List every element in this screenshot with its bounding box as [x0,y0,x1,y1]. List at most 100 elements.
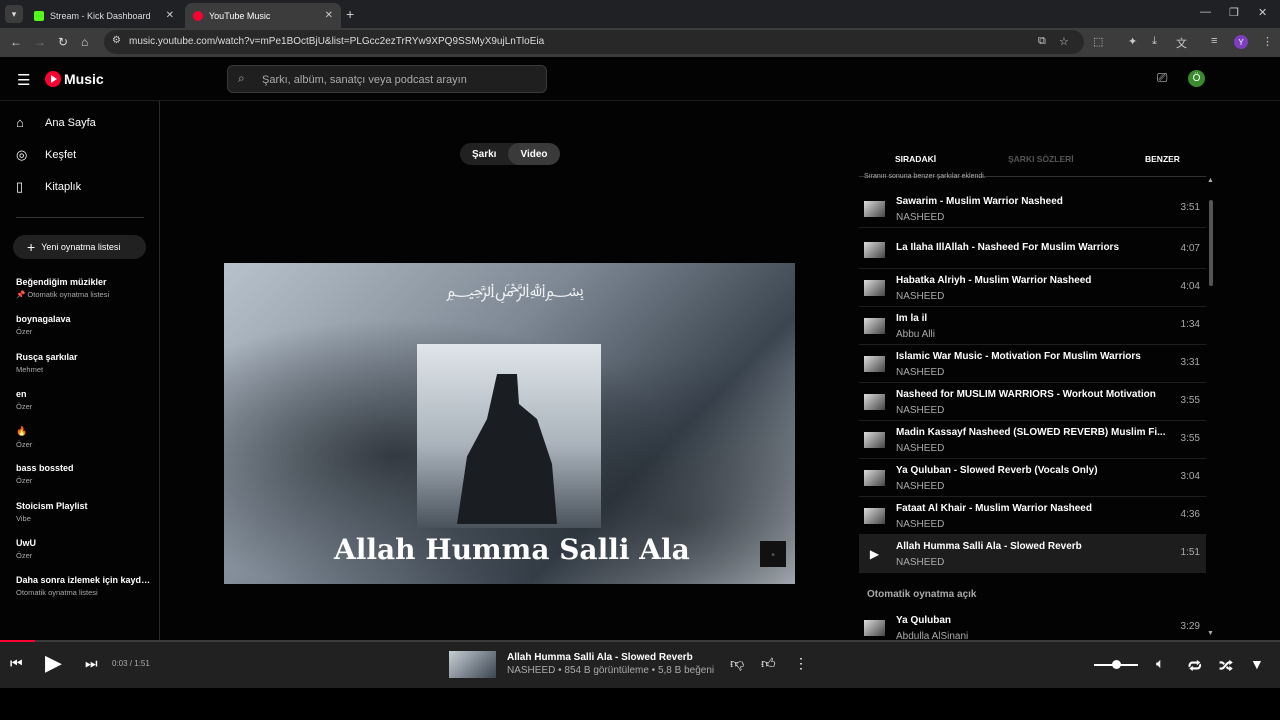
queue-title: Habatka Alriyh - Muslim Warrior Nasheed [896,275,1092,286]
tab-lyrics[interactable]: ŞARKI SÖZLERİ [1008,154,1074,164]
youtube-music-logo[interactable]: Music [45,71,104,87]
expand-player-icon[interactable]: ▼ [1250,656,1264,672]
progress-bar[interactable] [0,640,1280,642]
minimize-icon[interactable]: — [1200,6,1211,18]
sidebar-item-label: Kitaplık [45,181,82,193]
toggle-video[interactable]: Video [508,143,560,165]
scroll-down-icon[interactable]: ▼ [1207,630,1214,637]
queue-item[interactable]: Madin Kassayf Nasheed (SLOWED REVERB) Mu… [859,421,1206,459]
new-playlist-button[interactable]: + Yeni oynatma listesi [13,235,146,259]
close-tab-icon[interactable]: ✕ [325,10,333,21]
queue-item[interactable]: Sawarim - Muslim Warrior Nasheed NASHEED 3… [859,190,1206,228]
queue-item[interactable]: Im la il Abbu Alli 1:34 [859,307,1206,345]
volume-knob[interactable] [1112,660,1121,669]
bookmark-star-icon[interactable]: ☆ [1059,35,1069,48]
playlist-item[interactable]: bass bossted Özer [16,463,151,485]
search-icon: ⌕ [238,71,245,85]
now-playing-thumbnail[interactable] [449,651,496,678]
extension-icon[interactable]: ✦ [1128,35,1137,48]
playlist-item[interactable]: Beğendiğim müzikler 📌 Otomatik oynatma li… [16,277,151,299]
home-icon[interactable]: ⌂ [81,35,88,49]
volume-icon[interactable]: 🔈︎ [1156,655,1164,672]
previous-icon[interactable]: ⏮ [10,655,23,672]
extensions-icon[interactable]: ⬚ [1093,35,1103,48]
video-player[interactable]: ﷽ Allah Humma Salli Ala ≋ [224,263,795,584]
tab-related[interactable]: BENZER [1145,154,1180,164]
playlist-subtitle: 📌 Otomatik oynatma listesi [16,290,110,299]
sidebar-item-home[interactable]: ⌂ Ana Sayfa [16,115,96,130]
more-options-icon[interactable]: ⋮ [794,655,808,672]
queue-scrollbar[interactable] [1209,200,1213,286]
player-bar [0,640,1280,688]
queue-artist: NASHEED [896,443,945,454]
queue-item[interactable]: Fataat Al Khair - Muslim Warrior Nasheed… [859,497,1206,535]
queue-item[interactable]: Habatka Alriyh - Muslim Warrior Nasheed N… [859,269,1206,307]
autoplay-item[interactable]: Ya Quluban Abdulla AlSinani 3:29 [859,609,1206,639]
play-button-icon[interactable]: ▶ [45,650,62,676]
scroll-up-icon[interactable]: ▲ [1207,177,1214,184]
shuffle-icon[interactable]: 🔀︎ [1219,655,1233,676]
reload-icon[interactable]: ↻ [58,35,68,49]
repeat-icon[interactable]: 🔁︎ [1188,655,1202,676]
queue-item-now-playing[interactable]: ▶ Allah Humma Salli Ala - Slowed Reverb NA… [859,535,1206,573]
back-icon[interactable]: ← [10,35,22,49]
playlist-subtitle: Özer [16,327,33,336]
omnibox[interactable]: ⚙ music.youtube.com/watch?v=mPe1BOctBjU&… [104,30,1084,54]
plus-icon: + [27,239,36,255]
toggle-song[interactable]: Şarkı [460,149,508,160]
media-controls-icon[interactable]: ≡ [1211,35,1217,47]
queue-title: Islamic War Music - Motivation For Musli… [896,351,1141,362]
playlist-subtitle: Otomatik oynatma listesi [16,588,98,597]
queue-item[interactable]: Ya Quluban - Slowed Reverb (Vocals Only)… [859,459,1206,497]
browser-tab-youtube-music[interactable]: YouTube Music ✕ [185,3,341,28]
playlist-subtitle: Özer [16,551,33,560]
close-tab-icon[interactable]: ✕ [166,10,174,21]
hamburger-menu-icon[interactable]: ☰ [17,71,30,89]
download-icon[interactable]: ⤓ [1152,35,1157,48]
progress-fill [0,640,35,642]
browser-tab-kick[interactable]: Stream - Kick Dashboard ✕ [26,3,182,28]
playlist-item[interactable]: UwU Özer [16,538,151,560]
queue-artist: NASHEED [896,481,945,492]
cast-icon[interactable]: ⎚ [1157,70,1167,86]
user-avatar[interactable]: Ö [1188,70,1205,87]
translate-icon[interactable]: 文 [1176,35,1187,51]
song-video-toggle: Şarkı Video [460,143,560,165]
close-window-icon[interactable]: ✕ [1258,6,1267,19]
tab-search-button[interactable]: ▾ [5,5,23,23]
maximize-icon[interactable]: ❐ [1229,6,1239,19]
sidebar-item-library[interactable]: ▯ Kitaplık [16,179,81,195]
like-icon[interactable]: 👍︎ [761,655,776,672]
browser-tab-bar: ▾ Stream - Kick Dashboard ✕ YouTube Musi… [0,0,1280,28]
queue-item[interactable]: Islamic War Music - Motivation For Musli… [859,345,1206,383]
playlist-item[interactable]: en Özer [16,389,151,411]
new-playlist-label: Yeni oynatma listesi [41,242,121,252]
dislike-icon[interactable]: 👎︎ [730,655,744,672]
playlist-item[interactable]: Rusça şarkılar Mehmet [16,352,151,374]
menu-kebab-icon[interactable]: ⋮ [1262,35,1273,48]
playlist-title: 🔥 [16,426,28,436]
tab-up-next[interactable]: SIRADAKİ [895,154,936,164]
next-icon[interactable]: ⏭ [85,655,98,672]
sidebar-item-explore[interactable]: ◎ Keşfet [16,147,76,163]
queue-item[interactable]: La Ilaha IllAllah - Nasheed For Muslim W… [859,231,1206,269]
play-icon[interactable]: ▶ [864,545,885,563]
playlist-item[interactable]: Stoicism Playlist Vibe [16,501,151,523]
profile-avatar[interactable]: Y [1234,35,1248,49]
queue-artist: Abdulla AlSinani [896,631,969,639]
now-playing-title[interactable]: Allah Humma Salli Ala - Slowed Reverb [507,652,693,663]
playlist-item[interactable]: Daha sonra izlemek için kaydedilenler Oto… [16,575,151,597]
queue-title: Sawarim - Muslim Warrior Nasheed [896,196,1063,207]
kick-favicon-icon [34,10,44,21]
install-app-icon[interactable]: ⧉ [1038,35,1046,48]
new-tab-icon[interactable]: + [346,6,354,22]
volume-slider[interactable] [1094,660,1138,669]
playlist-item[interactable]: 🔥 Özer [16,426,151,449]
search-box[interactable]: ⌕ Şarkı, albüm, sanatçı veya podcast ara… [227,65,547,93]
watermark-logo: ≋ [760,541,786,567]
time-display: 0:03 / 1:51 [112,659,150,668]
site-info-icon[interactable]: ⚙ [112,35,121,46]
playlist-item[interactable]: boynagalava Özer [16,314,151,336]
queue-item[interactable]: Nasheed for MUSLIM WARRIORS - Workout Mo… [859,383,1206,421]
forward-icon[interactable]: → [34,35,46,49]
